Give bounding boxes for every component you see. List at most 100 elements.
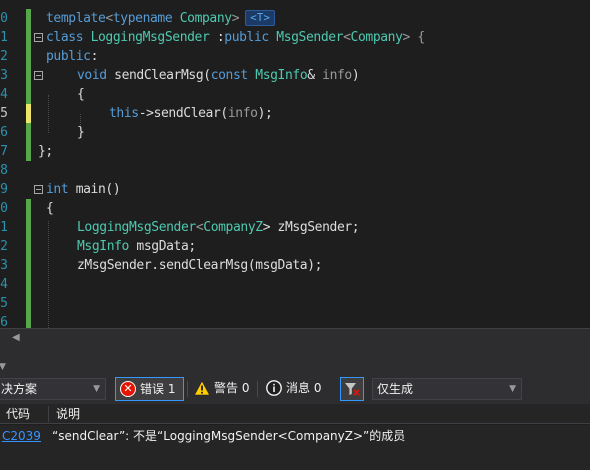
info-icon xyxy=(266,380,282,396)
punct: ) xyxy=(351,68,360,83)
punct: } xyxy=(77,125,85,140)
unsaved-change-marker xyxy=(26,104,31,123)
line-number: 1 xyxy=(0,30,8,45)
type-companyz: CompanyZ xyxy=(203,220,263,235)
error-list-toolbar: 决方案 ▼ ✕ 错误 1 警告 0 消息 0 仅生成 ▼ xyxy=(0,374,590,404)
code-text: }; xyxy=(38,142,53,161)
change-marker xyxy=(26,123,31,142)
panel-splitter[interactable]: ▼ xyxy=(0,346,590,374)
code-line[interactable]: 9 int main() xyxy=(0,180,590,199)
code-text: void sendClearMsg(const MsgInfo& info) xyxy=(77,66,360,85)
line-number: 6 xyxy=(0,125,8,140)
type-msgsender: MsgSender xyxy=(276,30,344,45)
type-company: Company xyxy=(179,11,232,26)
toolbar-separator xyxy=(187,381,188,397)
punct: < xyxy=(343,30,351,45)
code-line[interactable]: 0 template<typename Company> <T> xyxy=(0,9,590,28)
code-line[interactable]: 4 { xyxy=(0,85,590,104)
template-hint-badge[interactable]: <T> xyxy=(245,10,276,26)
code-text: } xyxy=(77,123,85,142)
error-description: “sendClear”: 不是“LoggingMsgSender<Company… xyxy=(52,429,406,443)
toolbar-separator xyxy=(257,381,258,397)
code-text: zMsgSender.sendClearMsg(msgData); xyxy=(77,256,322,275)
collapse-icon[interactable] xyxy=(34,185,43,194)
punct: sendClearMsg( xyxy=(106,68,211,83)
code-line[interactable]: 3 zMsgSender.sendClearMsg(msgData); xyxy=(0,256,590,275)
line-number: 1 xyxy=(0,220,8,235)
punct: zMsgSender.sendClearMsg(msgData); xyxy=(77,258,323,273)
type-msginfo: MsgInfo xyxy=(255,68,308,83)
build-filter-value: 仅生成 xyxy=(377,382,414,396)
change-marker xyxy=(26,218,31,237)
code-line[interactable]: 2 MsgInfo msgData; xyxy=(0,237,590,256)
line-number: 8 xyxy=(0,163,8,178)
error-code-link[interactable]: C2039 xyxy=(2,425,41,447)
errors-count-label: 错误 1 xyxy=(140,382,176,396)
punct: ); xyxy=(257,106,273,121)
code-text: LoggingMsgSender<CompanyZ> zMsgSender; xyxy=(77,218,360,237)
keyword-class: class xyxy=(46,30,84,45)
code-line[interactable]: 4 xyxy=(0,275,590,294)
change-marker xyxy=(26,85,31,104)
scroll-left-arrow-icon[interactable]: ◀ xyxy=(12,332,20,343)
column-separator[interactable] xyxy=(48,406,49,422)
code-text: { xyxy=(77,85,85,104)
punct xyxy=(172,11,179,26)
code-line-current[interactable]: 5 this->sendClear(info); xyxy=(0,104,590,123)
code-line[interactable]: 1 class LoggingMsgSender :public MsgSend… xyxy=(0,28,590,47)
type-loggingmsgsender: LoggingMsgSender xyxy=(90,30,210,45)
code-line[interactable]: 7 }; xyxy=(0,142,590,161)
change-marker xyxy=(26,237,31,256)
horizontal-scrollbar[interactable]: ◀ xyxy=(0,328,590,346)
punct: { xyxy=(46,201,54,216)
warnings-filter-button[interactable]: 警告 0 xyxy=(190,377,254,401)
param-info: info xyxy=(227,106,258,121)
code-line[interactable]: 5 xyxy=(0,294,590,313)
code-text: { xyxy=(46,199,54,218)
code-line[interactable]: 0 { xyxy=(0,199,590,218)
code-line[interactable]: 2 public: xyxy=(0,47,590,66)
line-number: 2 xyxy=(0,239,8,254)
line-number: 9 xyxy=(0,182,8,197)
line-number: 5 xyxy=(0,106,8,121)
keyword-public: public xyxy=(224,30,269,45)
chevron-down-icon: ▼ xyxy=(93,384,100,394)
code-line[interactable]: 8 xyxy=(0,161,590,180)
line-number: 4 xyxy=(0,87,8,102)
change-marker xyxy=(26,313,31,328)
keyword-template: template xyxy=(46,11,106,26)
solution-scope-dropdown[interactable]: 决方案 ▼ xyxy=(0,378,106,400)
collapse-icon[interactable] xyxy=(34,33,43,42)
line-number: 3 xyxy=(0,68,8,83)
punct: : xyxy=(90,49,99,64)
code-line[interactable]: 6 } xyxy=(0,123,590,142)
keyword-typename: typename xyxy=(112,11,173,26)
code-text: template<typename Company> <T> xyxy=(46,9,276,28)
code-text: MsgInfo msgData; xyxy=(77,237,196,256)
keyword-int: int xyxy=(46,182,69,197)
build-filter-dropdown[interactable]: 仅生成 ▼ xyxy=(372,378,522,400)
code-line[interactable]: 3 void sendClearMsg(const MsgInfo& info) xyxy=(0,66,590,85)
punct: < xyxy=(105,11,113,26)
solution-scope-value: 决方案 xyxy=(1,382,38,396)
table-row[interactable]: C2039 “sendClear”: 不是“LoggingMsgSender<C… xyxy=(0,425,590,447)
filter-toggle-button[interactable] xyxy=(340,377,364,401)
code-line[interactable]: 1 LoggingMsgSender<CompanyZ> zMsgSender; xyxy=(0,218,590,237)
errors-filter-button[interactable]: ✕ 错误 1 xyxy=(115,377,184,401)
error-icon: ✕ xyxy=(120,381,136,397)
dropdown-arrow-icon[interactable]: ▼ xyxy=(0,362,6,372)
code-text: int main() xyxy=(46,180,121,199)
column-header-description[interactable]: 说明 xyxy=(56,404,80,424)
column-header-code[interactable]: 代码 xyxy=(6,404,30,424)
code-line[interactable]: 6 xyxy=(0,313,590,328)
punct: > zMsgSender; xyxy=(262,220,360,235)
change-marker xyxy=(26,294,31,313)
change-marker xyxy=(26,28,31,47)
code-editor[interactable]: 0 template<typename Company> <T> 1 class … xyxy=(0,0,590,328)
collapse-icon[interactable] xyxy=(34,71,43,80)
chevron-down-icon: ▼ xyxy=(509,384,516,394)
param-info: info xyxy=(322,68,352,83)
filter-icon xyxy=(344,381,360,401)
messages-filter-button[interactable]: 消息 0 xyxy=(262,377,328,401)
punct: { xyxy=(77,87,85,102)
